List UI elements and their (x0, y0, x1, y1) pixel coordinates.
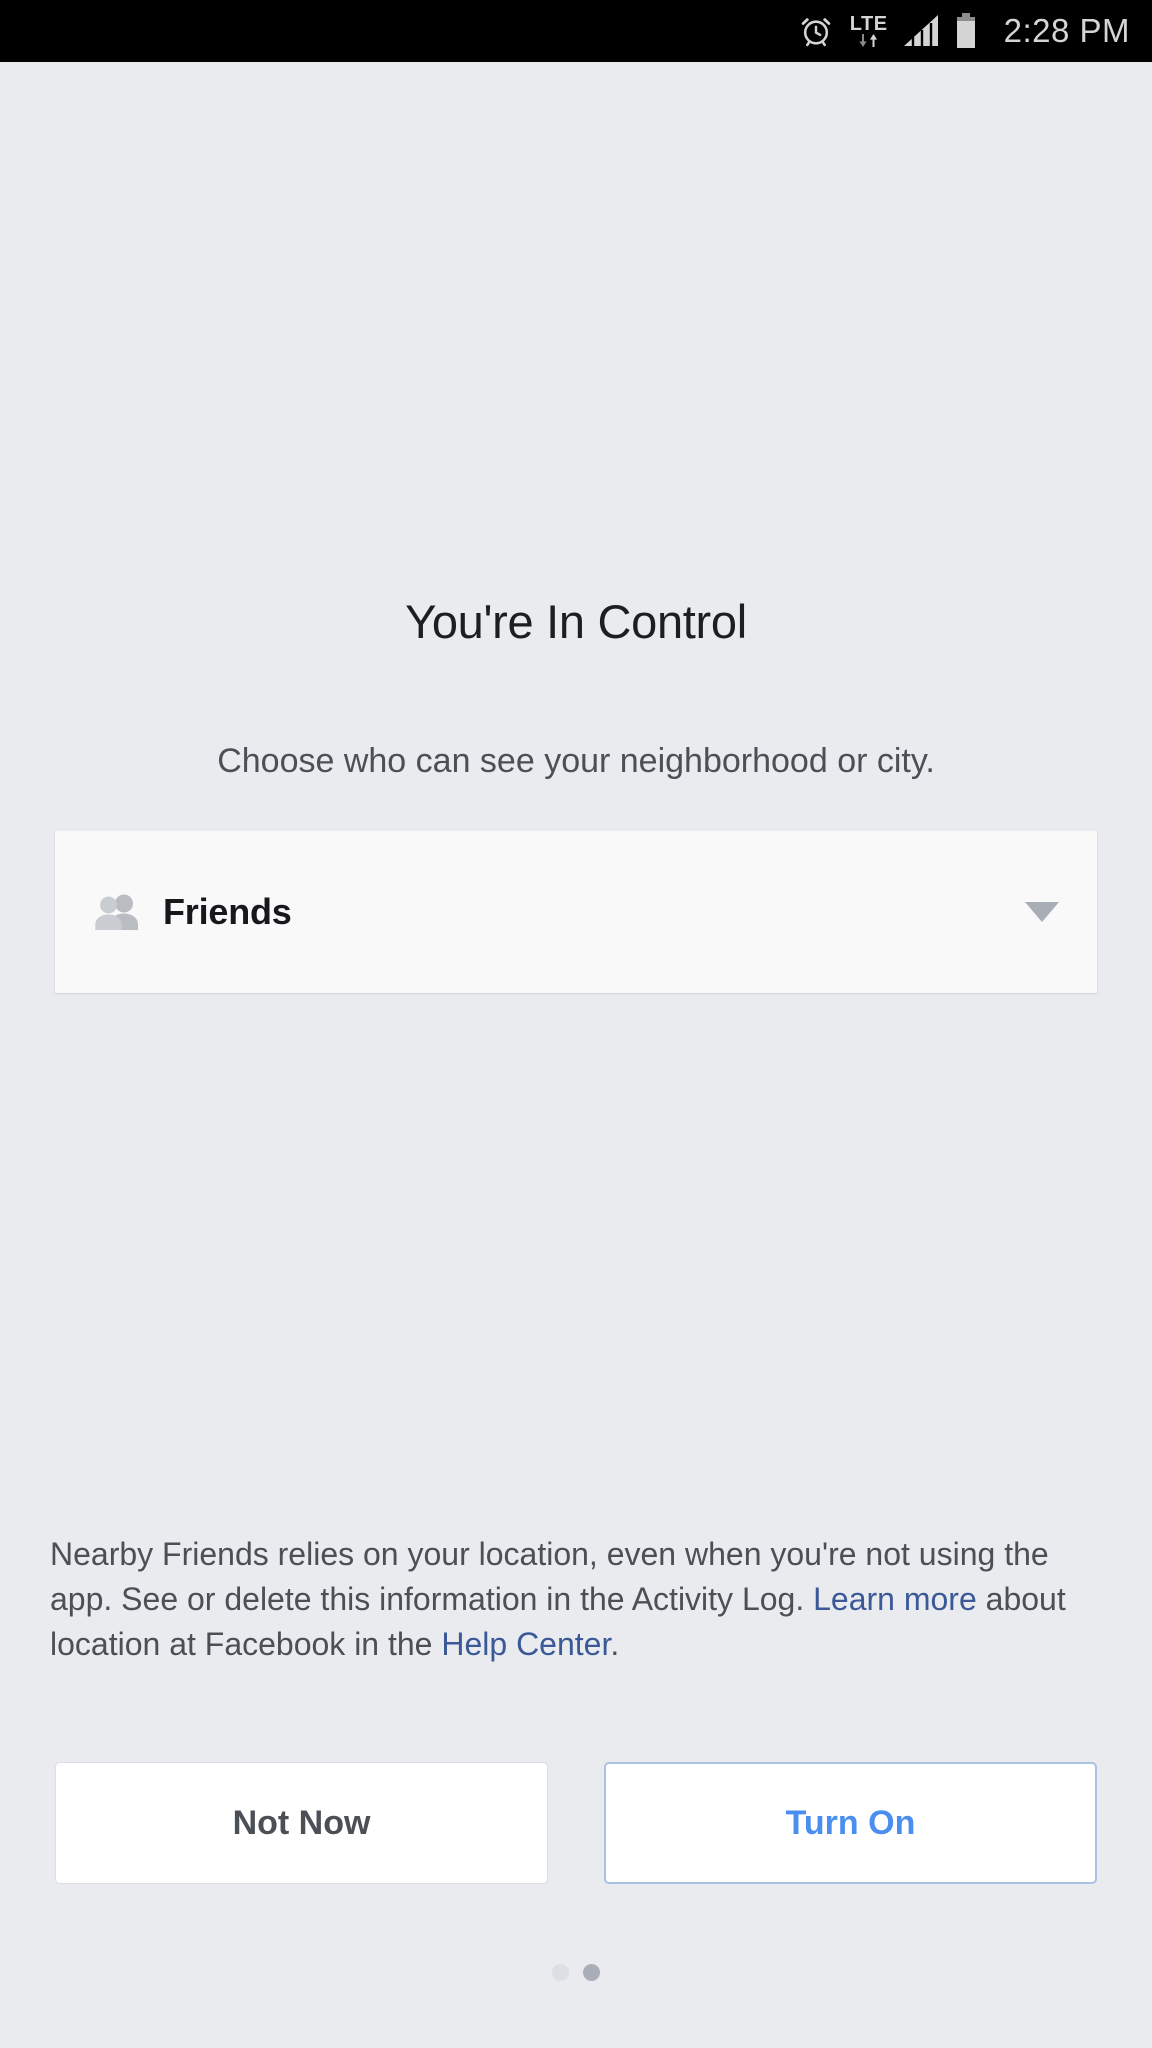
page-subtitle: Choose who can see your neighborhood or … (217, 742, 935, 780)
disclosure-part-3: . (610, 1626, 620, 1662)
alarm-clock-icon (798, 13, 834, 49)
page-dot-1[interactable] (552, 1964, 569, 1981)
lte-label: LTE (849, 13, 888, 35)
learn-more-link[interactable]: Learn more (813, 1581, 977, 1617)
audience-selector[interactable]: Friends (55, 830, 1097, 993)
status-bar: LTE 2:28 PM (0, 0, 1152, 62)
signal-bars-icon (902, 14, 940, 48)
audience-selected-value: Friends (163, 891, 292, 932)
status-bar-clock: 2:28 PM (1003, 12, 1130, 49)
page-dot-2[interactable] (583, 1964, 600, 1981)
not-now-button[interactable]: Not Now (55, 1762, 548, 1884)
lte-data-icon: LTE (850, 14, 888, 48)
turn-on-button[interactable]: Turn On (604, 1762, 1097, 1884)
friends-icon (95, 894, 138, 930)
page-title: You're In Control (405, 595, 747, 648)
pagination-dots (0, 1964, 1152, 1981)
disclosure-text: Nearby Friends relies on your location, … (50, 1532, 1070, 1667)
status-bar-icons: LTE 2:28 PM (798, 12, 1130, 50)
action-button-row: Not Now Turn On (55, 1762, 1097, 1884)
chevron-down-icon[interactable] (1025, 902, 1059, 922)
help-center-link[interactable]: Help Center (441, 1626, 610, 1662)
battery-icon (954, 13, 978, 49)
dialog-screen: You're In Control Choose who can see you… (0, 62, 1152, 2048)
data-transfer-arrows-icon (858, 33, 880, 48)
